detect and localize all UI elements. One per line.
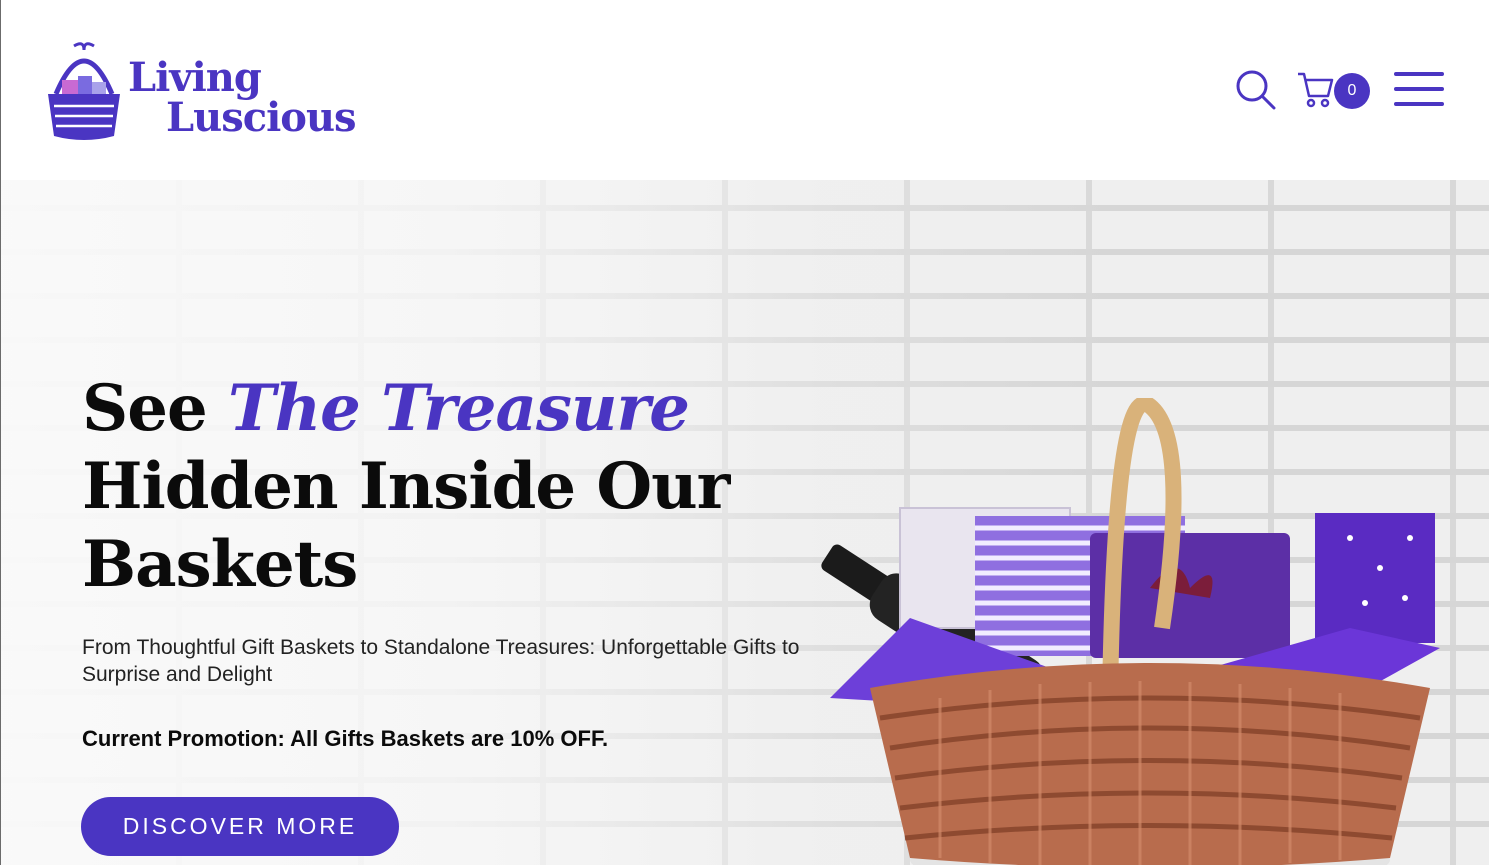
promotion-text: Current Promotion: All Gifts Baskets are… <box>82 726 609 751</box>
logo-text-line2: Luscious <box>166 94 357 141</box>
site-header: Living Luscious 0 <box>0 0 1489 180</box>
hero-banner: See The Treasure Hidden Inside Our Baske… <box>0 180 1489 865</box>
discover-more-button[interactable]: DISCOVER MORE <box>81 797 399 856</box>
hero-title-line3: Baskets <box>82 527 358 602</box>
hero-subtitle: From Thoughtful Gift Baskets to Standalo… <box>82 636 800 686</box>
search-button[interactable] <box>1234 68 1278 112</box>
menu-toggle-button[interactable] <box>1394 72 1446 108</box>
cart-count-badge: 0 <box>1334 73 1370 109</box>
hero-title: See The Treasure Hidden Inside Our Baske… <box>82 370 730 604</box>
hero-title-line2: Hidden Inside Our <box>82 449 730 524</box>
gift-basket-image <box>821 398 1440 865</box>
gift-basket-logo-icon <box>48 42 120 140</box>
cart-button[interactable]: 0 <box>1296 68 1372 112</box>
page-border <box>0 0 1 865</box>
cart-icon <box>1298 72 1334 108</box>
hamburger-menu-icon <box>1394 87 1444 91</box>
search-icon <box>1236 70 1276 110</box>
logo-link[interactable]: Living Luscious <box>44 36 364 146</box>
hamburger-menu-icon <box>1394 72 1444 76</box>
hamburger-menu-icon <box>1394 102 1444 106</box>
hero-title-accent: The Treasure <box>227 371 690 446</box>
hero-title-word: See <box>82 371 208 446</box>
